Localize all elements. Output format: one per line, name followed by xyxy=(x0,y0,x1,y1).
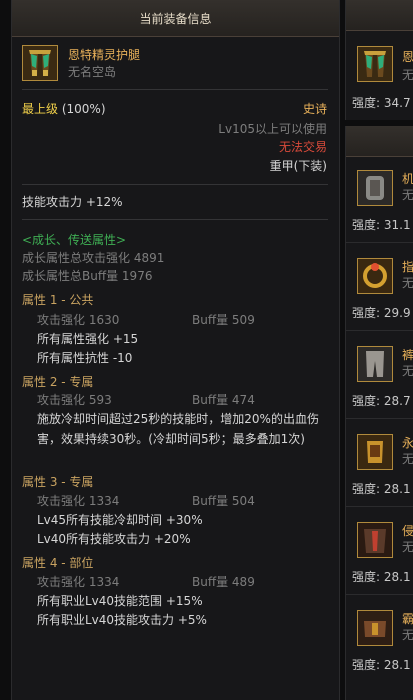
compare-item-score: 强度: 34.7 xyxy=(352,96,411,110)
attribute-4-line: 所有职业Lv40技能攻击力 +5% xyxy=(37,613,207,627)
armor-icon xyxy=(357,170,393,206)
list-item-origin: 无 xyxy=(402,540,413,554)
list-item-name: 指 xyxy=(402,260,413,274)
list-item-origin: 无 xyxy=(402,364,413,378)
belt-icon xyxy=(357,610,393,646)
trade-status: 无法交易 xyxy=(278,140,327,154)
attribute-3-buff: Buff量 504 xyxy=(192,494,255,508)
skill-attack-stat: 技能攻击力 +12% xyxy=(22,195,123,209)
item-header: 恩特精灵护腿 无名空岛 xyxy=(22,45,140,81)
attribute-2-stats: 攻击强化 593 Buff量 474 xyxy=(37,391,327,409)
list-item-origin: 无 xyxy=(402,188,413,202)
compare-panel-list: 机 无 强度: 31.1 指 无 强度: 29.9 裤 无 强度: 28.7 永… xyxy=(345,126,413,700)
compare-panel-header xyxy=(346,0,413,31)
list-item-score: 强度: 29.9 xyxy=(352,306,411,320)
list-item-score: 强度: 28.1 xyxy=(352,482,411,496)
divider xyxy=(346,594,413,595)
gauntlet-icon xyxy=(357,434,393,470)
attribute-2-buff: Buff量 474 xyxy=(192,393,255,407)
attribute-1-stats: 攻击强化 1630 Buff量 509 xyxy=(37,311,327,329)
equipment-tooltip: 当前装备信息 恩特精灵护腿 无名空岛 最上级 (100%) 史诗 Lv105以上… xyxy=(11,0,340,700)
list-item-score: 强度: 28.1 xyxy=(352,658,411,672)
grade-row: 最上级 (100%) xyxy=(22,100,327,118)
list-item-name: 机 xyxy=(402,172,413,186)
list-item-name: 裤 xyxy=(402,348,413,362)
divider xyxy=(22,219,328,220)
attribute-3-title: 属性 3 - 专属 xyxy=(22,475,94,489)
divider xyxy=(22,89,328,90)
divider xyxy=(346,242,413,243)
list-item-score: 强度: 28.1 xyxy=(352,570,411,584)
attribute-1-attack: 攻击强化 1630 xyxy=(37,313,120,327)
list-item-score: 强度: 28.7 xyxy=(352,394,411,408)
armor-type: 重甲(下装) xyxy=(269,159,327,173)
list-item-origin: 无 xyxy=(402,452,413,466)
grade-label: 最上级 xyxy=(22,102,59,116)
attribute-2-attack: 攻击强化 593 xyxy=(37,393,112,407)
pants-icon xyxy=(357,346,393,382)
panel-header: 当前装备信息 xyxy=(12,0,339,37)
attribute-1-title: 属性 1 - 公共 xyxy=(22,293,94,307)
growth-total-attack: 成长属性总攻击强化 4891 xyxy=(22,251,165,265)
attribute-3-stats: 攻击强化 1334 Buff量 504 xyxy=(37,492,327,510)
divider xyxy=(346,418,413,419)
list-item-score: 强度: 31.1 xyxy=(352,218,411,232)
attribute-4-attack: 攻击强化 1334 xyxy=(37,575,120,589)
level-requirement: Lv105以上可以使用 xyxy=(218,122,327,136)
attribute-1-line: 所有属性强化 +15 xyxy=(37,332,139,346)
panel-title: 当前装备信息 xyxy=(139,11,212,26)
rarity-label: 史诗 xyxy=(302,102,327,116)
item-name: 恩特精灵护腿 xyxy=(68,48,141,62)
list-item-origin: 无 xyxy=(402,276,413,290)
leg-armor-icon xyxy=(22,45,58,81)
divider xyxy=(346,506,413,507)
list-item-name: 永 xyxy=(402,436,413,450)
attribute-4-line: 所有职业Lv40技能范围 +15% xyxy=(37,594,203,608)
list-item-origin: 无 xyxy=(402,628,413,642)
attribute-2-effect: 施放冷却时间超过25秒的技能时，增加20%的出血伤害，效果持续30秒。(冷却时间… xyxy=(37,412,319,446)
attribute-4-title: 属性 4 - 部位 xyxy=(22,556,94,570)
compare-panel-top: 恩 无 强度: 34.7 xyxy=(345,0,413,120)
attribute-4-stats: 攻击强化 1334 Buff量 489 xyxy=(37,573,327,591)
leg-armor-icon[interactable] xyxy=(357,46,393,82)
attribute-1-buff: Buff量 509 xyxy=(192,313,255,327)
compare-item-origin: 无 xyxy=(402,68,413,82)
attribute-4-buff: Buff量 489 xyxy=(192,575,255,589)
item-origin: 无名空岛 xyxy=(68,65,117,79)
compare-list-header xyxy=(346,126,413,157)
compare-item-name: 恩 xyxy=(402,50,413,64)
divider xyxy=(346,330,413,331)
attribute-3-line: Lv40所有技能攻击力 +20% xyxy=(37,532,191,546)
attribute-3-line: Lv45所有技能冷却时间 +30% xyxy=(37,513,203,527)
ring-icon xyxy=(357,258,393,294)
list-item-name: 霸 xyxy=(402,612,413,626)
divider xyxy=(22,184,328,185)
attribute-3-attack: 攻击强化 1334 xyxy=(37,494,120,508)
growth-total-buff: 成长属性总Buff量 1976 xyxy=(22,269,153,283)
chest-armor-icon xyxy=(357,522,393,558)
growth-title: <成长、传送属性> xyxy=(22,233,127,247)
attribute-1-line: 所有属性抗性 -10 xyxy=(37,351,133,365)
list-item-name: 侵 xyxy=(402,524,413,538)
grade-percent: (100%) xyxy=(61,102,106,116)
attribute-2-title: 属性 2 - 专属 xyxy=(22,375,94,389)
